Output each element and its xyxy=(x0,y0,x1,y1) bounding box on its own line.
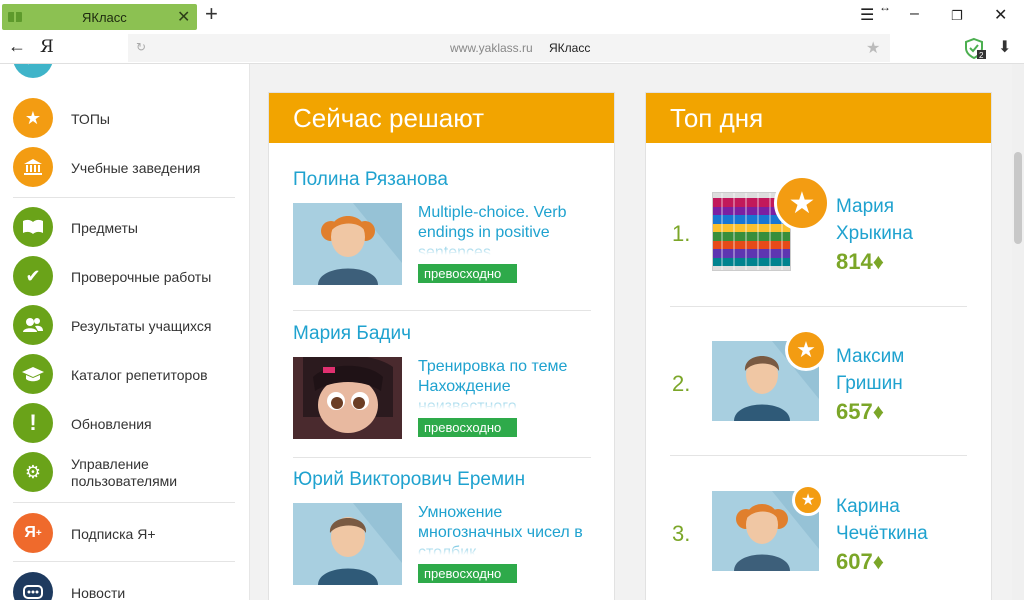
grade-badge: превосходно xyxy=(418,264,517,283)
now-solving-panel: Сейчас решают Полина Рязанова Multiple-c… xyxy=(268,92,615,600)
now-solving-title: Сейчас решают xyxy=(269,93,614,143)
browser-tab-bar: ЯКласс ✕ + ☰ ↔ – ❐ ✕ xyxy=(0,0,1024,32)
sidebar-item-user-management[interactable]: ⚙ Управление пользователями xyxy=(13,452,243,492)
sidebar-item-search[interactable]: ⌕ xyxy=(13,64,243,78)
boy-avatar[interactable] xyxy=(293,503,402,585)
graduation-cap-icon xyxy=(13,354,53,394)
protect-shield-icon[interactable]: 2 xyxy=(964,37,986,59)
search-icon: ⌕ xyxy=(13,64,53,78)
row-divider xyxy=(670,306,967,307)
rank-number: 3. xyxy=(672,521,691,546)
top-first-name[interactable]: Максим xyxy=(836,343,904,370)
tab-title: ЯКласс xyxy=(82,10,127,25)
minimize-button[interactable]: – xyxy=(910,5,919,23)
top-day-title: Топ дня xyxy=(646,93,991,143)
girl-avatar[interactable] xyxy=(293,203,402,285)
bookmark-star-icon[interactable]: ★ xyxy=(866,38,880,58)
gold-star-icon: ★ xyxy=(774,175,830,231)
url-page-title: ЯКласс xyxy=(549,41,591,55)
sidebar-item-tutors[interactable]: Каталог репетиторов xyxy=(13,354,243,394)
site-favicon-icon xyxy=(8,12,22,22)
sidebar-item-label: Результаты учащихся xyxy=(71,318,212,334)
book-icon xyxy=(13,207,53,247)
top-score: 607♦ xyxy=(836,549,884,574)
sidebar-item-tests[interactable]: ✔ Проверочные работы xyxy=(13,256,243,296)
sidebar-item-subscription[interactable]: Я + Подписка Я+ xyxy=(13,513,243,553)
back-arrow-icon[interactable]: ← xyxy=(8,36,26,57)
row-divider xyxy=(670,455,967,456)
sidebar-item-updates[interactable]: ! Обновления xyxy=(13,403,243,443)
restore-button[interactable]: ❐ xyxy=(951,8,963,24)
student-name-link[interactable]: Мария Бадич xyxy=(293,323,411,345)
users-icon xyxy=(13,305,53,345)
reload-icon[interactable]: ↻ xyxy=(136,40,146,54)
top-score: 814♦ xyxy=(836,249,884,274)
student-name-link[interactable]: Полина Рязанова xyxy=(293,169,448,191)
yandex-logo[interactable]: Я xyxy=(40,37,54,57)
gold-star-icon: ★ xyxy=(792,484,824,516)
address-bar: ← Я ↻ www.yaklass.ru ЯКласс ★ 2 ⬇ xyxy=(0,32,1024,64)
grade-badge: превосходно xyxy=(418,564,517,583)
page-scrollbar[interactable] xyxy=(1012,64,1024,600)
top-last-name[interactable]: Чечёткина xyxy=(836,520,928,547)
row-divider xyxy=(293,457,591,458)
task-link[interactable]: Умножение многозначных чисел в столбик xyxy=(418,503,588,555)
top-score: 657♦ xyxy=(836,399,884,424)
sidebar-divider xyxy=(13,561,235,562)
row-divider xyxy=(293,310,591,311)
sidebar-item-label: Обновления xyxy=(71,416,152,432)
resize-arrows-icon[interactable]: ↔ xyxy=(879,0,891,14)
sidebar-item-results[interactable]: Результаты учащихся xyxy=(13,305,243,345)
sidebar-item-news[interactable]: Новости xyxy=(13,572,243,600)
url-host: www.yaklass.ru xyxy=(450,41,533,55)
scrollbar-thumb[interactable] xyxy=(1014,152,1022,244)
main-content: Сейчас решают Полина Рязанова Multiple-c… xyxy=(252,64,1012,600)
new-tab-button[interactable]: + xyxy=(205,3,218,25)
user-gear-icon: ⚙ xyxy=(13,452,53,492)
exclamation-icon: ! xyxy=(13,403,53,443)
check-icon: ✔ xyxy=(13,256,53,296)
page-body: ⌕ ★ ТОПы Учебные заведения Предметы ✔ Пр… xyxy=(0,64,1024,600)
menu-icon[interactable]: ☰ xyxy=(860,5,874,25)
top-last-name[interactable]: Гришин xyxy=(836,370,903,397)
sidebar-item-label: Новости xyxy=(71,585,126,600)
gold-star-icon: ★ xyxy=(785,329,827,371)
task-link[interactable]: Тренировка по теме Нахождение неизвестно… xyxy=(418,357,588,409)
sidebar-item-subjects[interactable]: Предметы xyxy=(13,207,243,247)
top-first-name[interactable]: Карина xyxy=(836,493,900,520)
close-window-button[interactable]: ✕ xyxy=(994,5,1007,25)
sidebar-item-label: Подписка Я+ xyxy=(71,526,156,542)
sidebar-item-label-line2: пользователями xyxy=(71,473,178,489)
sidebar-item-label: Предметы xyxy=(71,220,138,236)
top-day-panel: Топ дня 1. ★ Мария Хрыкина 814♦ 2. ★ Мак… xyxy=(645,92,992,600)
sidebar-divider xyxy=(13,197,235,198)
sidebar-divider xyxy=(13,502,235,503)
task-link[interactable]: Multiple-choice. Verb endings in positiv… xyxy=(418,203,588,255)
rank-number: 1. xyxy=(672,221,691,246)
top-first-name[interactable]: Мария xyxy=(836,193,894,220)
url-field[interactable]: ↻ www.yaklass.ru ЯКласс ★ xyxy=(128,34,890,62)
sidebar-item-label: Каталог репетиторов xyxy=(71,367,208,383)
cartoon-girl-photo[interactable] xyxy=(293,357,402,439)
student-name-link[interactable]: Юрий Викторович Еремин xyxy=(293,469,525,491)
sidebar-item-label: ТОПы xyxy=(71,111,110,127)
sidebar: ⌕ ★ ТОПы Учебные заведения Предметы ✔ Пр… xyxy=(0,64,250,600)
download-icon[interactable]: ⬇ xyxy=(998,37,1011,57)
sidebar-item-institutions[interactable]: Учебные заведения xyxy=(13,147,243,187)
sidebar-item-label-line1: Управление xyxy=(71,456,149,472)
ext-badge-count: 2 xyxy=(979,51,984,59)
top-last-name[interactable]: Хрыкина xyxy=(836,220,913,247)
sidebar-item-tops[interactable]: ★ ТОПы xyxy=(13,98,243,138)
browser-tab[interactable]: ЯКласс ✕ xyxy=(2,4,197,30)
rank-number: 2. xyxy=(672,371,691,396)
sidebar-item-label: Учебные заведения xyxy=(71,160,201,176)
grade-badge: превосходно xyxy=(418,418,517,437)
institution-icon xyxy=(13,147,53,187)
star-icon: ★ xyxy=(13,98,53,138)
close-tab-icon[interactable]: ✕ xyxy=(177,7,190,27)
sidebar-item-label: Проверочные работы xyxy=(71,269,212,285)
yaplus-icon: Я + xyxy=(13,513,53,553)
chat-icon xyxy=(13,572,53,600)
